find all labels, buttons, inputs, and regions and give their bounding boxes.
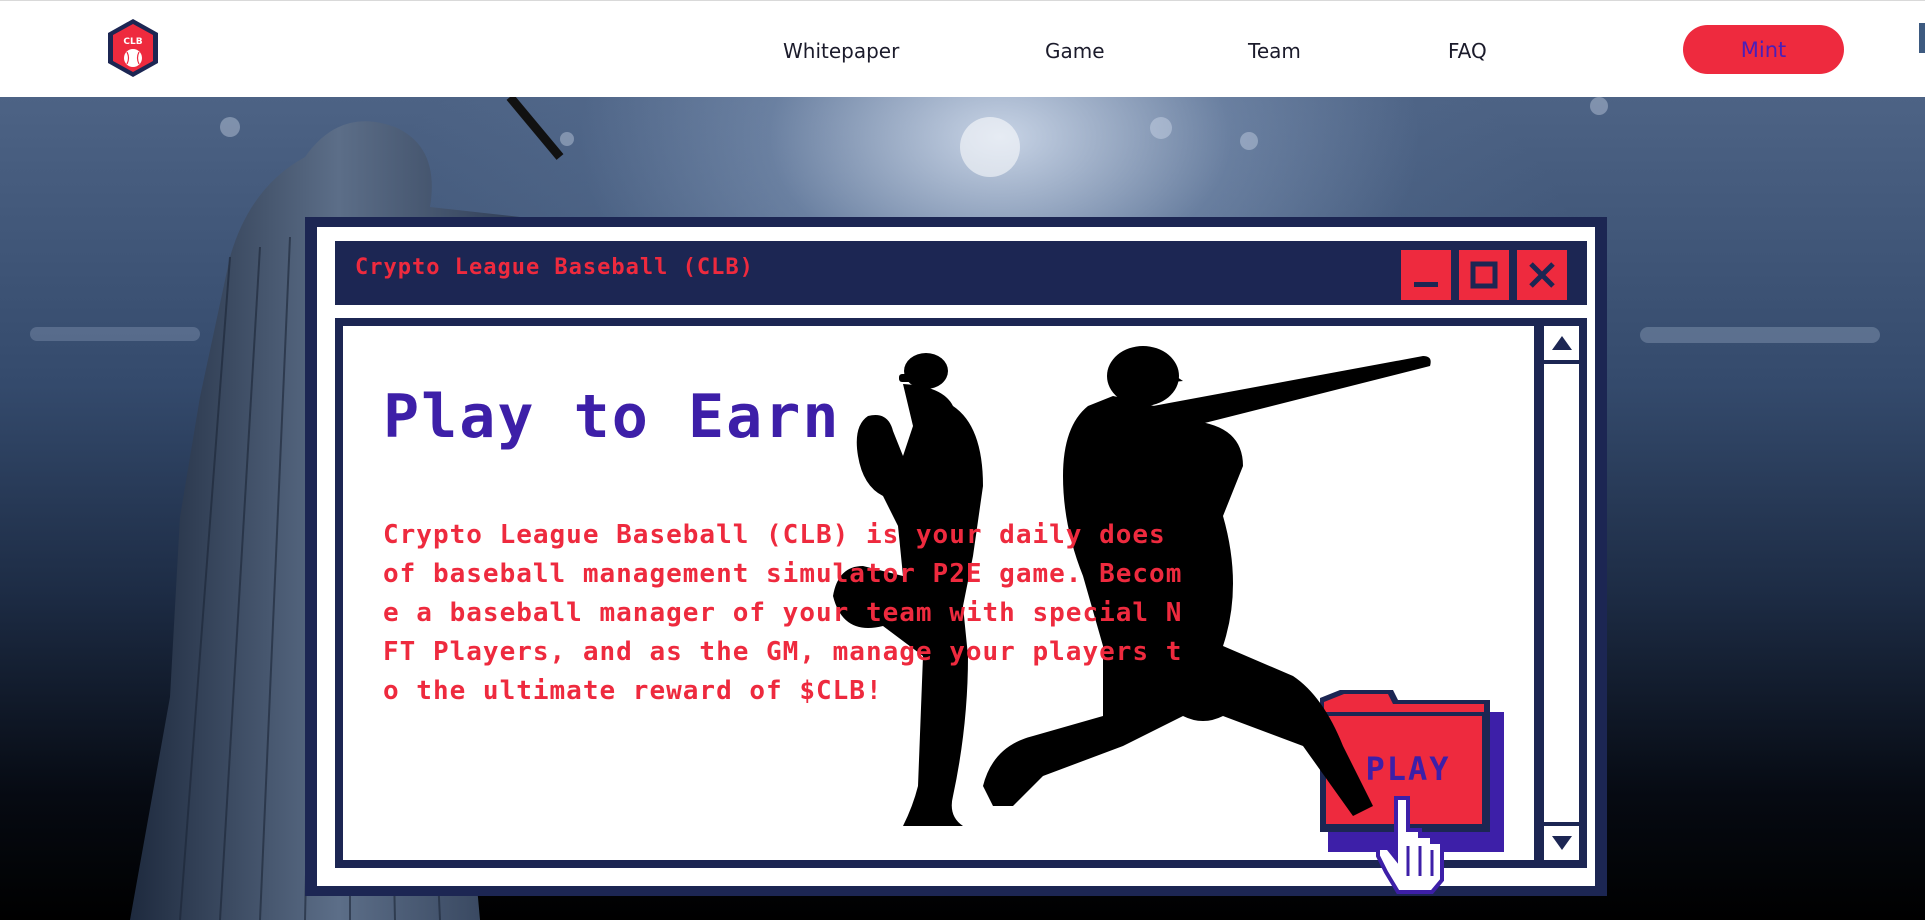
scroll-up-button[interactable] bbox=[1544, 326, 1579, 364]
nav-link-team[interactable]: Team bbox=[1248, 39, 1301, 63]
top-nav: CLB Whitepaper Game Team FAQ Mint bbox=[0, 0, 1925, 97]
arrow-down-icon bbox=[1551, 836, 1572, 850]
window-content: Play to Earn Crypto League Baseball (CLB… bbox=[335, 318, 1587, 868]
scroll-track[interactable] bbox=[1544, 368, 1579, 818]
window-title: Crypto League Baseball (CLB) bbox=[355, 255, 754, 280]
close-button[interactable] bbox=[1517, 250, 1567, 300]
nav-link-game[interactable]: Game bbox=[1045, 39, 1105, 63]
description-line: e a baseball manager of your team with s… bbox=[383, 598, 1183, 628]
mint-button[interactable]: Mint bbox=[1683, 25, 1844, 74]
game-window: Crypto League Baseball (CLB) Play to Ear… bbox=[305, 217, 1607, 896]
arrow-up-icon bbox=[1551, 336, 1572, 350]
stadium-light bbox=[1590, 97, 1608, 115]
description-line: of baseball management simulator P2E gam… bbox=[383, 559, 1183, 589]
nav-link-whitepaper[interactable]: Whitepaper bbox=[783, 39, 899, 63]
content-area: Play to Earn Crypto League Baseball (CLB… bbox=[343, 326, 1534, 860]
scrollbar[interactable] bbox=[1540, 326, 1579, 860]
nav-link-faq[interactable]: FAQ bbox=[1448, 39, 1487, 63]
scroll-down-button[interactable] bbox=[1544, 822, 1579, 860]
edge-decoration bbox=[1919, 23, 1925, 53]
maximize-button[interactable] bbox=[1459, 250, 1509, 300]
description-text: Crypto League Baseball (CLB) is your dai… bbox=[383, 516, 1263, 711]
stadium-light bbox=[1150, 117, 1172, 139]
maximize-icon bbox=[1470, 261, 1498, 289]
crowd-lights bbox=[1640, 327, 1880, 343]
stadium-light bbox=[960, 117, 1020, 177]
logo-text: CLB bbox=[123, 37, 142, 47]
description-line: o the ultimate reward of $CLB! bbox=[383, 676, 883, 706]
close-icon bbox=[1529, 262, 1555, 288]
description-line: FT Players, and as the GM, manage your p… bbox=[383, 637, 1183, 667]
stadium-light bbox=[1240, 132, 1258, 150]
description-line: Crypto League Baseball (CLB) is your dai… bbox=[383, 520, 1166, 550]
minimize-button[interactable] bbox=[1401, 250, 1451, 300]
clb-logo[interactable]: CLB bbox=[105, 17, 161, 79]
minimize-icon bbox=[1414, 282, 1438, 287]
window-titlebar: Crypto League Baseball (CLB) bbox=[335, 241, 1587, 305]
